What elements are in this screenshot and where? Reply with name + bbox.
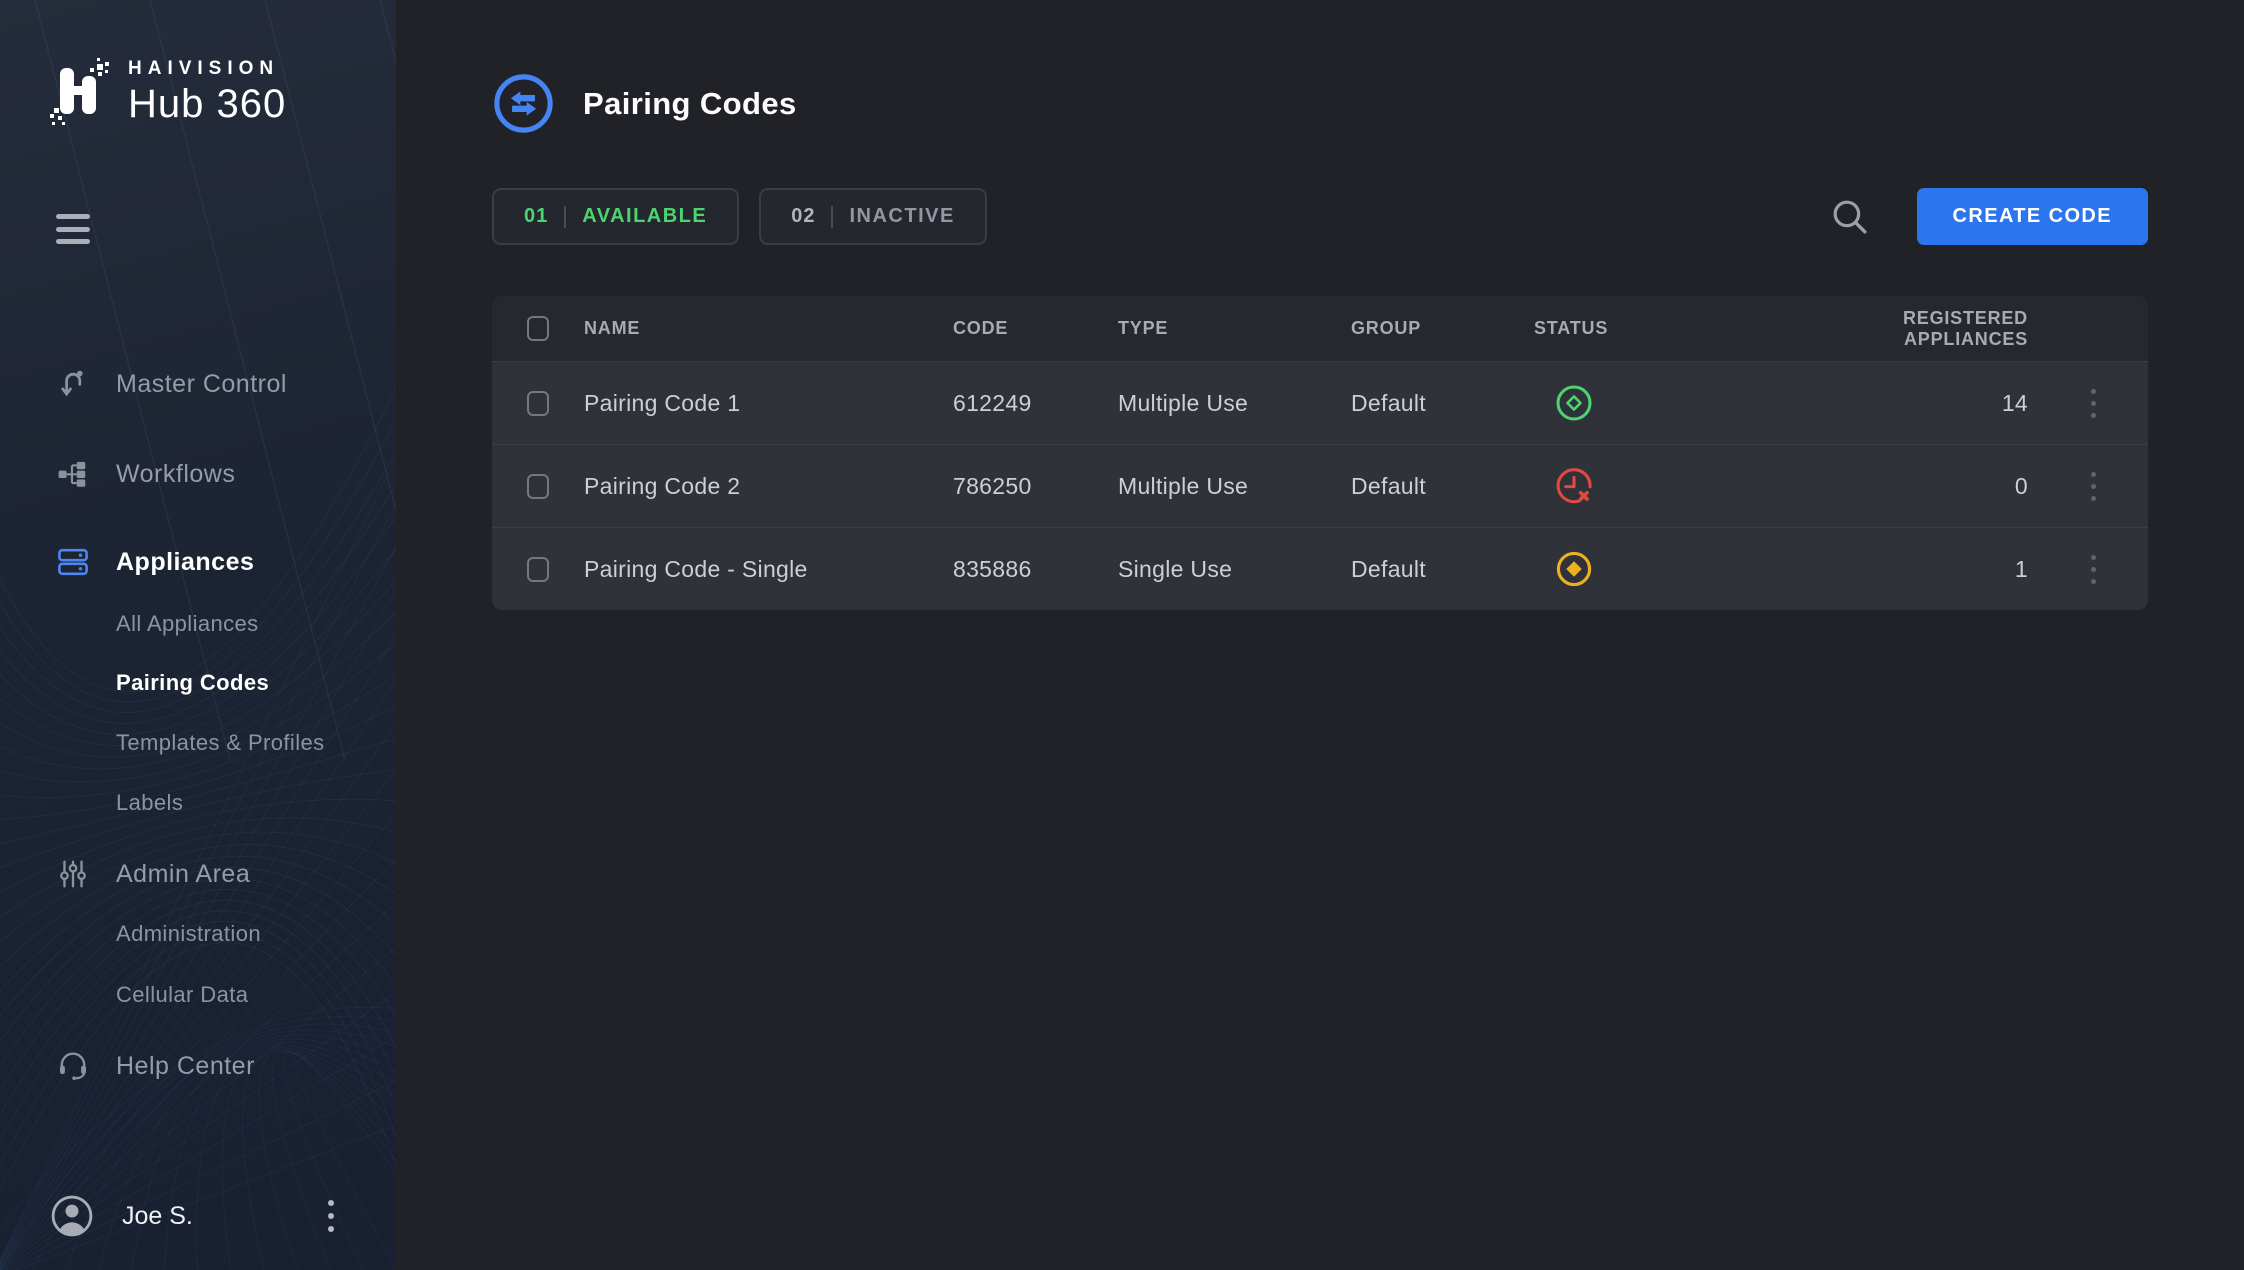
select-all-checkbox[interactable]	[527, 316, 549, 341]
status-expired-icon	[1554, 466, 1594, 506]
pairing-code-name: Pairing Code 1	[584, 390, 953, 417]
kebab-icon	[2091, 555, 2096, 560]
haivision-logo-icon	[50, 56, 112, 128]
sidebar-item-administration[interactable]: Administration	[0, 914, 396, 954]
table-body: Pairing Code 1 612249 Multiple Use Defau…	[492, 361, 2148, 610]
chip-divider	[564, 206, 566, 228]
row-actions-menu-button[interactable]	[2083, 385, 2104, 422]
pairing-code-value: 786250	[953, 473, 1118, 500]
toolbar: 01 AVAILABLE 02 INACTIVE CREATE C	[492, 188, 2148, 245]
sidebar-item-all-appliances[interactable]: All Appliances	[0, 604, 396, 644]
user-name: Joe S.	[122, 1202, 320, 1231]
column-header-status[interactable]: STATUS	[1534, 318, 1784, 339]
registered-appliances-count: 0	[1784, 473, 2038, 500]
kebab-icon	[2091, 472, 2096, 477]
pairing-code-value: 612249	[953, 390, 1118, 417]
sidebar-item-master-control[interactable]: Master Control	[0, 350, 396, 418]
app-window: HAIVISION Hub 360 Master Control	[0, 0, 2244, 1270]
user-menu-button[interactable]	[320, 1196, 342, 1236]
column-header-code[interactable]: CODE	[953, 318, 1118, 339]
registered-appliances-count: 1	[1784, 556, 2038, 583]
row-checkbox[interactable]	[527, 391, 549, 416]
pairing-code-name: Pairing Code 2	[584, 473, 953, 500]
pairing-code-type: Multiple Use	[1118, 473, 1351, 500]
column-header-group[interactable]: GROUP	[1351, 318, 1534, 339]
sidebar: HAIVISION Hub 360 Master Control	[0, 0, 396, 1270]
hamburger-icon	[56, 214, 90, 219]
sidebar-item-labels[interactable]: Labels	[0, 783, 396, 823]
avatar	[50, 1194, 94, 1238]
page-title: Pairing Codes	[583, 86, 797, 122]
main-content: Pairing Codes 01 AVAILABLE 02 INACTIVE	[396, 0, 2244, 1270]
column-header-type[interactable]: TYPE	[1118, 318, 1351, 339]
row-checkbox[interactable]	[527, 474, 549, 499]
filter-inactive[interactable]: 02 INACTIVE	[759, 188, 987, 245]
search-icon	[1829, 196, 1871, 238]
workflow-icon	[54, 458, 92, 490]
pairing-code-group: Default	[1351, 473, 1534, 500]
column-header-name[interactable]: NAME	[584, 318, 953, 339]
sidebar-nav: Master Control	[0, 350, 396, 1100]
user-account-row[interactable]: Joe S.	[0, 1185, 396, 1247]
pairing-code-type: Single Use	[1118, 556, 1351, 583]
sidebar-item-admin-area[interactable]: Admin Area	[0, 840, 396, 908]
sidebar-item-help-center[interactable]: Help Center	[0, 1032, 396, 1100]
search-button[interactable]	[1829, 196, 1871, 238]
pairing-codes-table: NAME CODE TYPE GROUP STATUS REGISTERED A…	[492, 296, 2148, 610]
sidebar-item-templates-profiles[interactable]: Templates & Profiles	[0, 723, 396, 763]
route-icon	[54, 368, 92, 400]
pairing-code-group: Default	[1351, 556, 1534, 583]
registered-appliances-count: 14	[1784, 390, 2038, 417]
status-available-icon	[1554, 383, 1594, 423]
brand-name: HAIVISION	[128, 58, 286, 80]
table-row[interactable]: Pairing Code 1 612249 Multiple Use Defau…	[492, 361, 2148, 444]
servers-icon	[54, 545, 92, 579]
status-single-use-icon	[1554, 549, 1594, 589]
brand-logo[interactable]: HAIVISION Hub 360	[50, 56, 286, 128]
pairing-codes-icon	[492, 72, 555, 135]
sidebar-item-cellular-data[interactable]: Cellular Data	[0, 975, 396, 1015]
filter-available[interactable]: 01 AVAILABLE	[492, 188, 739, 245]
status-filter-chips: 01 AVAILABLE 02 INACTIVE	[492, 188, 987, 245]
sliders-icon	[54, 858, 92, 890]
pairing-code-value: 835886	[953, 556, 1118, 583]
table-row[interactable]: Pairing Code - Single 835886 Single Use …	[492, 527, 2148, 610]
chip-divider	[831, 206, 833, 228]
page-header: Pairing Codes	[492, 72, 2148, 135]
menu-toggle-button[interactable]	[56, 214, 90, 244]
pairing-code-type: Multiple Use	[1118, 390, 1351, 417]
row-actions-menu-button[interactable]	[2083, 468, 2104, 505]
kebab-icon	[2091, 389, 2096, 394]
brand-product: Hub 360	[128, 82, 286, 127]
pairing-code-name: Pairing Code - Single	[584, 556, 953, 583]
row-checkbox[interactable]	[527, 557, 549, 582]
sidebar-item-appliances[interactable]: Appliances	[0, 528, 396, 596]
toolbar-actions: CREATE CODE	[1829, 188, 2148, 245]
row-actions-menu-button[interactable]	[2083, 551, 2104, 588]
create-code-button[interactable]: CREATE CODE	[1917, 188, 2148, 245]
sidebar-item-pairing-codes[interactable]: Pairing Codes	[0, 663, 396, 703]
sidebar-item-workflows[interactable]: Workflows	[0, 440, 396, 508]
kebab-icon	[328, 1200, 334, 1206]
headset-icon	[54, 1050, 92, 1082]
table-header-row: NAME CODE TYPE GROUP STATUS REGISTERED A…	[492, 296, 2148, 361]
pairing-code-group: Default	[1351, 390, 1534, 417]
column-header-registered-appliances[interactable]: REGISTERED APPLIANCES	[1784, 308, 2038, 350]
table-row[interactable]: Pairing Code 2 786250 Multiple Use Defau…	[492, 444, 2148, 527]
